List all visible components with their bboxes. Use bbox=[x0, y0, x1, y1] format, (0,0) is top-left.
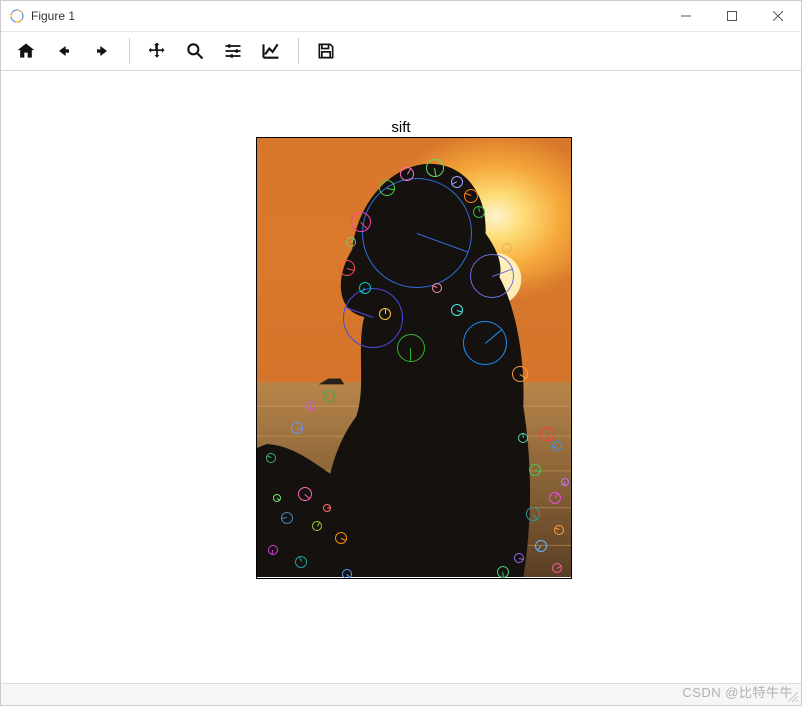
sift-keypoint bbox=[518, 433, 528, 443]
sift-keypoint bbox=[312, 521, 322, 531]
sift-keypoint bbox=[514, 553, 524, 563]
sift-keypoint bbox=[426, 159, 444, 177]
arrow-right-icon bbox=[92, 41, 112, 61]
sift-keypoint bbox=[451, 176, 463, 188]
home-button[interactable] bbox=[7, 34, 45, 68]
figure-window: Figure 1 bbox=[0, 0, 802, 706]
back-button[interactable] bbox=[45, 34, 83, 68]
pan-button[interactable] bbox=[138, 34, 176, 68]
sift-keypoint bbox=[561, 478, 569, 486]
sift-keypoint bbox=[464, 189, 478, 203]
image-axes[interactable] bbox=[256, 137, 572, 579]
zoom-button[interactable] bbox=[176, 34, 214, 68]
sift-keypoint bbox=[535, 540, 547, 552]
save-button[interactable] bbox=[307, 34, 345, 68]
window-title: Figure 1 bbox=[31, 9, 75, 23]
sliders-icon bbox=[223, 41, 243, 61]
sift-keypoint bbox=[432, 283, 442, 293]
resize-grip-icon[interactable] bbox=[787, 691, 799, 703]
minimize-button[interactable] bbox=[663, 1, 709, 31]
sift-keypoint bbox=[451, 304, 463, 316]
save-icon bbox=[316, 41, 336, 61]
figure-canvas[interactable]: sift bbox=[1, 71, 801, 683]
toolbar-separator bbox=[129, 38, 130, 64]
home-icon bbox=[16, 41, 36, 61]
sift-keypoint bbox=[379, 308, 391, 320]
sift-keypoint bbox=[502, 243, 512, 253]
sift-keypoint bbox=[323, 504, 331, 512]
sift-keypoint bbox=[526, 507, 540, 521]
sift-keypoint bbox=[266, 453, 276, 463]
axes-button[interactable] bbox=[252, 34, 290, 68]
sift-keypoint bbox=[497, 566, 509, 578]
move-icon bbox=[147, 41, 167, 61]
sift-keypoint bbox=[346, 237, 356, 247]
sift-keypoint bbox=[291, 422, 303, 434]
sift-keypoint bbox=[463, 321, 507, 365]
titlebar[interactable]: Figure 1 bbox=[1, 1, 801, 31]
sift-keypoint bbox=[359, 282, 371, 294]
close-button[interactable] bbox=[755, 1, 801, 31]
sift-keypoint bbox=[339, 260, 355, 276]
zoom-icon bbox=[185, 41, 205, 61]
sift-keypoint bbox=[552, 563, 562, 573]
sift-keypoint bbox=[295, 556, 307, 568]
sift-keypoint bbox=[351, 212, 371, 232]
sift-keypoint bbox=[268, 545, 278, 555]
chart-line-icon bbox=[261, 41, 281, 61]
sift-keypoint bbox=[323, 390, 335, 402]
toolbar bbox=[1, 31, 801, 71]
sift-keypoint bbox=[397, 334, 425, 362]
arrow-left-icon bbox=[54, 41, 74, 61]
sift-keypoint bbox=[400, 167, 414, 181]
sift-keypoint bbox=[552, 441, 562, 451]
sift-keypoint bbox=[554, 525, 564, 535]
sift-keypoint bbox=[281, 512, 293, 524]
sift-keypoint bbox=[540, 427, 554, 441]
sift-keypoint bbox=[512, 366, 528, 382]
sift-keypoint bbox=[379, 180, 395, 196]
app-icon bbox=[9, 8, 25, 24]
sift-keypoint bbox=[335, 532, 347, 544]
maximize-button[interactable] bbox=[709, 1, 755, 31]
sift-keypoint bbox=[470, 254, 514, 298]
forward-button[interactable] bbox=[83, 34, 121, 68]
sift-keypoint bbox=[473, 206, 485, 218]
sift-keypoint bbox=[343, 288, 403, 348]
sift-keypoint bbox=[342, 569, 352, 579]
plot-title: sift bbox=[391, 119, 410, 136]
status-bar bbox=[1, 683, 801, 705]
sift-keypoint bbox=[549, 492, 561, 504]
keypoint-layer bbox=[257, 138, 571, 578]
sift-keypoint bbox=[273, 494, 281, 502]
sift-keypoint bbox=[298, 487, 312, 501]
sift-keypoint bbox=[362, 178, 472, 288]
sift-keypoint bbox=[306, 401, 316, 411]
toolbar-separator bbox=[298, 38, 299, 64]
sift-keypoint bbox=[529, 464, 541, 476]
subplots-button[interactable] bbox=[214, 34, 252, 68]
